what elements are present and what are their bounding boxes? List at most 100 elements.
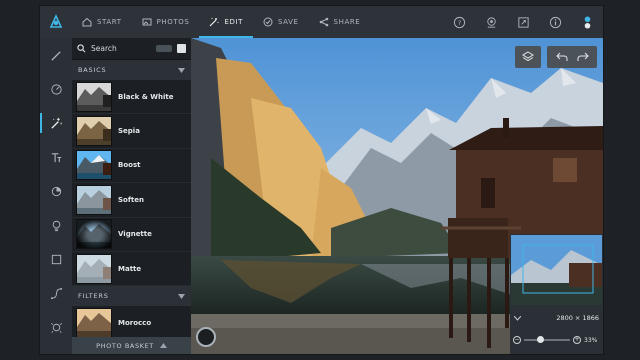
toggle-switch-icon: [584, 15, 590, 29]
filter-name: Black & White: [118, 92, 174, 101]
undo-button[interactable]: [555, 52, 568, 62]
filter-thumbnail: [76, 81, 112, 112]
help-button[interactable]: ?: [443, 6, 475, 38]
zoom-in-button[interactable]: +: [573, 336, 581, 344]
nav-adjust[interactable]: [40, 72, 72, 106]
top-toolbar: START PHOTOS EDIT SAVE SHARE ?: [40, 6, 603, 38]
history-controls: [547, 46, 597, 68]
redo-button[interactable]: [577, 52, 589, 62]
share-icon: [319, 17, 328, 27]
chevron-up-icon: [159, 343, 167, 348]
filter-name: Vignette: [118, 230, 152, 239]
magic-wand-icon: [50, 117, 62, 129]
filter-thumbnail: [76, 184, 112, 215]
face-icon: [50, 322, 62, 333]
filter-thumbnail: [76, 308, 112, 339]
navigator-panel: 2800 × 1866 − + 33%: [510, 234, 603, 354]
filter-item[interactable]: Vignette: [72, 218, 191, 252]
undo-icon: [555, 52, 567, 61]
info-icon: [549, 16, 561, 28]
filter-name: Boost: [118, 161, 141, 170]
tab-start-label: START: [97, 18, 122, 26]
help-icon: ?: [453, 16, 465, 28]
fullscreen-icon: [517, 16, 529, 28]
layers-icon: [522, 51, 534, 62]
tab-edit-label: EDIT: [224, 18, 243, 26]
list-view-toggle[interactable]: [156, 45, 172, 52]
image-dimensions: 2800 × 1866: [556, 314, 599, 322]
nav-touchup[interactable]: [40, 310, 72, 344]
section-filters-header[interactable]: FILTERS: [72, 286, 191, 307]
zoom-controls: − + 33%: [510, 330, 603, 350]
dimension-row: 2800 × 1866: [510, 308, 603, 328]
section-basics-label: BASICS: [78, 66, 107, 74]
nav-curves[interactable]: [40, 276, 72, 310]
filter-thumbnail: [76, 116, 112, 147]
grid-view-toggle[interactable]: [177, 44, 186, 53]
brush-icon: [50, 50, 61, 61]
filter-item[interactable]: Soften: [72, 183, 191, 218]
tab-edit[interactable]: EDIT: [199, 6, 253, 38]
filter-item[interactable]: Morocco: [72, 306, 191, 341]
layers-button[interactable]: [515, 46, 541, 68]
logo-icon: [49, 14, 63, 28]
nav-sticker[interactable]: [40, 174, 72, 208]
svg-text:?: ?: [457, 18, 460, 26]
editor-window: START PHOTOS EDIT SAVE SHARE ? Search BA…: [40, 6, 603, 354]
photo-canvas[interactable]: 2800 × 1866 − + 33%: [191, 38, 603, 354]
navigator-preview[interactable]: [511, 235, 602, 305]
tab-save[interactable]: SAVE: [253, 6, 309, 38]
home-icon: [82, 17, 92, 27]
tab-share[interactable]: SHARE: [309, 6, 371, 38]
check-circle-icon: [263, 17, 273, 27]
floating-action-button[interactable]: [196, 327, 216, 347]
tool-sidebar: [40, 38, 72, 354]
search-icon: [77, 44, 86, 53]
tab-save-label: SAVE: [278, 18, 299, 26]
tab-photos[interactable]: PHOTOS: [132, 6, 200, 38]
filter-item[interactable]: Sepia: [72, 114, 191, 149]
frame-icon: [51, 254, 61, 264]
nav-brush[interactable]: [40, 38, 72, 72]
nav-frame[interactable]: [40, 242, 72, 276]
section-filters-label: FILTERS: [78, 292, 109, 301]
sticker-icon: [51, 186, 61, 196]
zoom-slider[interactable]: [524, 336, 570, 343]
text-icon: [51, 152, 61, 162]
section-basics-header[interactable]: BASICS: [72, 60, 191, 80]
tab-share-label: SHARE: [333, 18, 361, 26]
zoom-out-button[interactable]: −: [513, 336, 521, 344]
image-icon: [142, 18, 152, 26]
chevron-down-icon[interactable]: [514, 315, 521, 321]
magic-wand-icon: [210, 18, 219, 27]
compare-button[interactable]: [475, 6, 507, 38]
filter-item[interactable]: Black & White: [72, 80, 191, 115]
filter-thumbnail: [76, 150, 112, 181]
tab-photos-label: PHOTOS: [156, 18, 190, 26]
fullscreen-button[interactable]: [507, 6, 539, 38]
filter-name: Morocco: [118, 319, 152, 328]
filter-name: Soften: [118, 195, 144, 204]
filter-panel: Search BASICS Black & White Sepia Boost …: [72, 38, 191, 354]
redo-icon: [577, 52, 589, 61]
filter-thumbnail: [76, 219, 112, 250]
theme-toggle[interactable]: [571, 6, 603, 38]
adjust-icon: [50, 83, 62, 95]
chevron-down-icon: [178, 293, 185, 299]
curve-icon: [50, 287, 62, 299]
nav-filters[interactable]: [40, 106, 72, 140]
nav-text[interactable]: [40, 140, 72, 174]
filter-item[interactable]: Matte: [72, 252, 191, 287]
photo-basket-bar[interactable]: PHOTO BASKET: [72, 337, 191, 354]
tab-start[interactable]: START: [72, 6, 132, 38]
filter-item[interactable]: Boost: [72, 149, 191, 184]
nav-light[interactable]: [40, 208, 72, 242]
photo-basket-label: PHOTO BASKET: [96, 341, 154, 350]
info-button[interactable]: [539, 6, 571, 38]
search-label: Search: [91, 44, 117, 53]
app-logo[interactable]: [40, 6, 72, 38]
filter-name: Matte: [118, 264, 142, 273]
filter-search[interactable]: Search: [72, 38, 191, 60]
compare-icon: [486, 16, 496, 28]
zoom-slider-knob[interactable]: [536, 336, 544, 343]
